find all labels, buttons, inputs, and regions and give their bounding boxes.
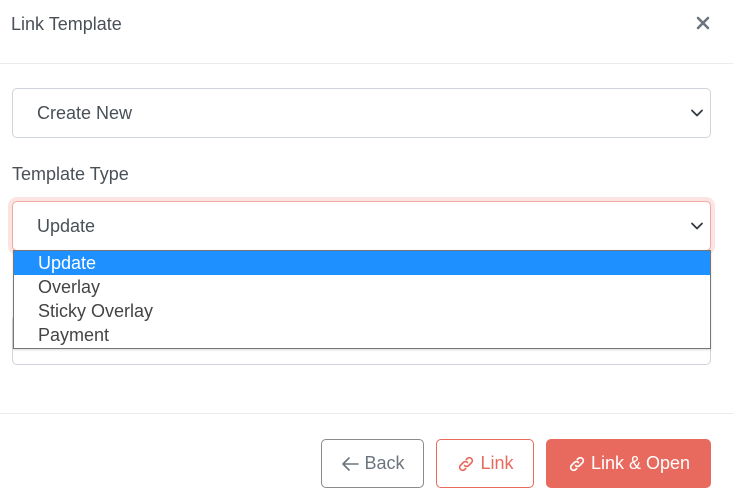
link-and-open-button-label: Link & Open — [590, 453, 691, 473]
dropdown-option-update[interactable]: Update — [14, 251, 710, 275]
link-icon — [567, 454, 587, 474]
back-button-label: Back — [364, 453, 405, 473]
close-icon — [696, 16, 710, 35]
template-type-dropdown: Update Overlay Sticky Overlay Payment — [13, 250, 711, 349]
dropdown-option-overlay[interactable]: Overlay — [14, 275, 710, 299]
arrow-left-icon — [340, 456, 360, 472]
link-icon — [456, 454, 476, 474]
close-button[interactable] — [691, 13, 715, 37]
dropdown-option-payment[interactable]: Payment — [14, 323, 710, 347]
modal-title: Link Template — [11, 14, 122, 34]
link-button-label: Link — [480, 453, 514, 473]
create-new-select-value: Create New — [37, 103, 133, 123]
template-type-select-value: Update — [37, 216, 96, 236]
chevron-down-icon — [690, 219, 704, 233]
template-type-select[interactable]: Update — [12, 201, 711, 251]
link-button[interactable]: Link — [436, 439, 534, 488]
create-new-select[interactable]: Create New — [12, 88, 711, 138]
link-and-open-button[interactable]: Link & Open — [546, 439, 711, 488]
chevron-down-icon — [690, 106, 704, 120]
back-button[interactable]: Back — [321, 439, 424, 488]
dropdown-option-sticky-overlay[interactable]: Sticky Overlay — [14, 299, 710, 323]
modal-header: Link Template — [0, 0, 733, 64]
template-type-label: Template Type — [12, 164, 129, 184]
